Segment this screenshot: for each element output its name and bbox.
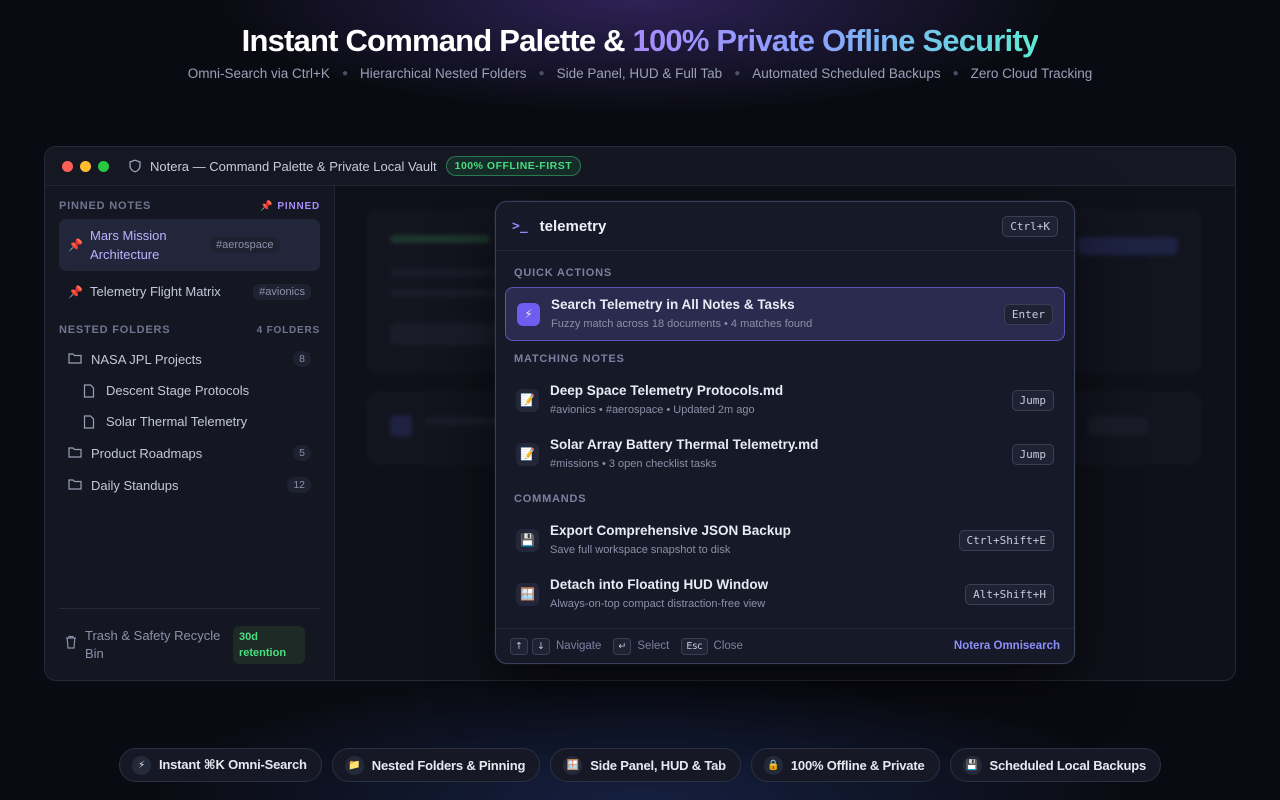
folder-item[interactable]: Product Roadmaps 5 — [59, 437, 320, 469]
window-title: Notera — Command Palette & Private Local… — [150, 158, 437, 174]
lightning-icon: ⚡ — [517, 302, 540, 326]
minimize-window-button[interactable] — [80, 160, 91, 172]
hero-title-main: Instant Command Palette & — [241, 23, 633, 58]
feature-text: Omni-Search via Ctrl+K — [187, 66, 330, 81]
group-header: MATCHING NOTES — [514, 353, 625, 365]
pin-icon: 📌 — [260, 200, 274, 212]
trash-icon — [65, 635, 77, 654]
return-icon: ↵ — [613, 637, 632, 655]
pin-icon: 📌 — [68, 284, 83, 299]
folder-count: 12 — [287, 477, 311, 493]
arrow-up-icon: ↑ — [510, 637, 528, 655]
jump-key: Jump — [1011, 443, 1054, 465]
feature-subline: Omni-Search via Ctrl+K ● Hierarchical Nes… — [187, 66, 1093, 81]
folder-icon — [68, 446, 84, 460]
close-window-button[interactable] — [62, 160, 73, 172]
matching-note-item[interactable]: 📝 Deep Space Telemetry Protocols.md #avi… — [505, 373, 1065, 427]
shortcut-key: Ctrl+Shift+E — [958, 529, 1054, 551]
offline-badge: 100% OFFLINE-FIRST — [445, 156, 582, 176]
lock-icon: 🔒 — [763, 755, 783, 775]
pinned-flag: 📌 PINNED — [260, 200, 320, 212]
note-tag: #aerospace — [210, 237, 280, 253]
shortcut-key: Ctrl+K — [1002, 215, 1058, 237]
command-palette: >_ telemetry Ctrl+K QUICK ACTIONS ⚡ Sear… — [495, 201, 1075, 664]
group-header: COMMANDS — [514, 493, 587, 505]
group-header: QUICK ACTIONS — [514, 267, 612, 279]
sidebar: PINNED NOTES 📌 PINNED 📌 Mars Mission Arch… — [45, 186, 335, 680]
subfolder-item[interactable]: Descent Stage Protocols — [59, 375, 320, 406]
document-icon: 📝 — [516, 388, 539, 412]
window-icon: 🪟 — [516, 582, 539, 606]
trash-label: Trash & Safety Recycle Bin — [85, 627, 221, 661]
shortcut-key: Alt+Shift+H — [965, 583, 1054, 605]
pinned-notes-header: PINNED NOTES 📌 PINNED — [59, 200, 320, 212]
pin-icon: 📌 — [68, 238, 83, 252]
folder-count: 5 — [293, 445, 311, 461]
title-bar: Notera — Command Palette & Private Local… — [45, 147, 1235, 186]
document-icon: 📝 — [516, 442, 539, 466]
feature-pill: 🔒 100% Offline & Private — [750, 748, 940, 782]
window-icon: 🪟 — [563, 755, 583, 775]
folder-icon — [68, 352, 84, 366]
feature-text: Hierarchical Nested Folders — [359, 66, 527, 81]
folder-item[interactable]: Daily Standups 12 — [59, 469, 320, 501]
trash-bin[interactable]: Trash & Safety Recycle Bin 30d retention — [59, 608, 320, 680]
floppy-icon: 💾 — [516, 528, 539, 552]
hero: Instant Command Palette & 100% Private O… — [0, 22, 1280, 81]
nested-folders-header: NESTED FOLDERS 4 FOLDERS — [59, 324, 320, 336]
hero-title-highlight: 100% Private Offline Security — [632, 23, 1040, 58]
esc-key: Esc — [681, 637, 708, 655]
feature-text: Zero Cloud Tracking — [970, 66, 1093, 81]
subfolder-item[interactable]: Solar Thermal Telemetry — [59, 406, 320, 437]
enter-key: Enter — [1003, 303, 1053, 325]
command-detach-hud[interactable]: 🪟 Detach into Floating HUD Window Always… — [505, 567, 1065, 621]
palette-search-bar: >_ telemetry Ctrl+K — [496, 202, 1074, 251]
feature-pill: ⚡ Instant ⌘K Omni-Search — [118, 748, 322, 782]
folder-count: 8 — [293, 351, 311, 367]
floppy-icon: 💾 — [962, 755, 982, 775]
maximize-window-button[interactable] — [98, 160, 109, 172]
lightning-icon: ⚡ — [131, 755, 151, 775]
pinned-note-label: Telemetry Flight Matrix — [90, 284, 221, 299]
feature-text: Side Panel, HUD & Full Tab — [556, 66, 723, 81]
file-icon — [83, 414, 99, 429]
palette-brand: Notera Omnisearch — [953, 640, 1060, 652]
pinned-note-item[interactable]: 📌 Mars Mission Architecture #aerospace — [59, 219, 320, 271]
feature-pills: ⚡ Instant ⌘K Omni-Search 📁 Nested Folders … — [0, 748, 1280, 782]
matching-note-item[interactable]: 📝 Solar Array Battery Thermal Telemetry.… — [505, 427, 1065, 481]
pinned-note-label: Mars Mission Architecture — [90, 228, 167, 262]
quick-action-search[interactable]: ⚡ Search Telemetry in All Notes & Tasks … — [505, 287, 1065, 341]
folder-item[interactable]: NASA JPL Projects 8 — [59, 343, 320, 375]
command-export-backup[interactable]: 💾 Export Comprehensive JSON Backup Save … — [505, 513, 1065, 567]
shield-icon — [128, 159, 142, 173]
hero-title: Instant Command Palette & 100% Private O… — [0, 22, 1280, 60]
note-tag: #avionics — [253, 283, 311, 300]
feature-pill: 📁 Nested Folders & Pinning — [331, 748, 541, 782]
retention-badge: 30d retention — [233, 625, 305, 664]
feature-pill: 💾 Scheduled Local Backups — [949, 748, 1162, 782]
folder-icon: 📁 — [344, 755, 364, 775]
feature-text: Automated Scheduled Backups — [752, 66, 941, 81]
pinned-note-item[interactable]: 📌 Telemetry Flight Matrix #avionics — [59, 275, 320, 308]
jump-key: Jump — [1011, 389, 1054, 411]
palette-search-input[interactable]: telemetry — [540, 218, 1003, 235]
folder-icon — [68, 478, 84, 492]
file-icon — [83, 383, 99, 398]
palette-footer: ↑ ↓ Navigate ↵ Select Esc Close Notera O… — [496, 628, 1074, 663]
terminal-prompt-icon: >_ — [512, 218, 528, 234]
feature-pill: 🪟 Side Panel, HUD & Tab — [550, 748, 741, 782]
arrow-down-icon: ↓ — [532, 637, 550, 655]
